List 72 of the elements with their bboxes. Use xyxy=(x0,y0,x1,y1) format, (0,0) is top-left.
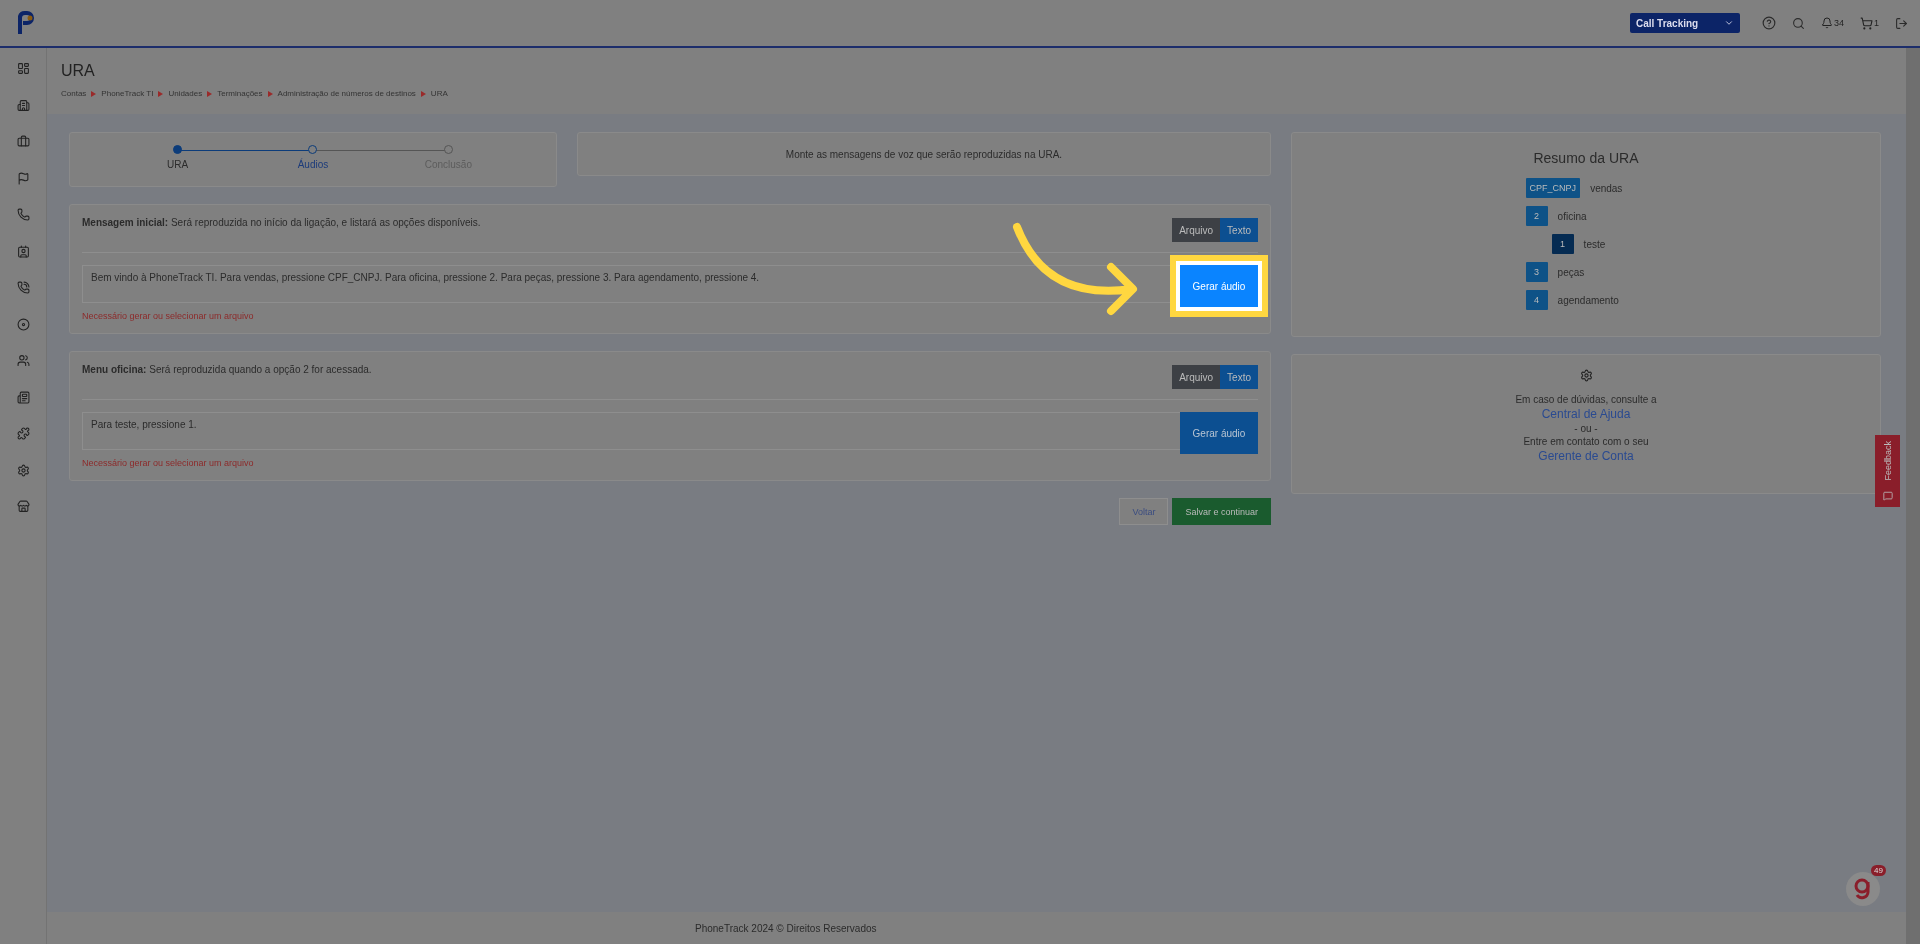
info-text: Monte as mensagens de voz que serão reproduzidas na URA. xyxy=(785,148,1063,160)
option-key: CPF_CNPJ xyxy=(1525,178,1581,198)
help-center-link[interactable]: Central de Ajuda xyxy=(1541,407,1631,421)
separator-text: - ou - xyxy=(1574,423,1598,434)
help-icon[interactable] xyxy=(1761,16,1776,30)
news-icon[interactable] xyxy=(16,390,30,404)
message-description: Menu oficina: Será reproduzida quando a opção 2 for acessada. xyxy=(82,364,372,375)
chat-logo-icon xyxy=(1853,878,1873,900)
option-label: vendas xyxy=(1590,182,1623,194)
dashboard-icon[interactable] xyxy=(16,62,30,75)
settings-icon xyxy=(1579,369,1593,382)
contact-card-icon[interactable] xyxy=(16,244,30,258)
account-manager-link[interactable]: Gerente de Conta xyxy=(1538,449,1634,463)
help-text: Em caso de dúvidas, consulte a xyxy=(1515,394,1657,405)
option-label: agendamento xyxy=(1557,294,1619,306)
briefcase-icon[interactable] xyxy=(16,135,30,148)
bell-icon[interactable] xyxy=(1820,17,1833,29)
breadcrumb-link[interactable]: Contas xyxy=(61,89,87,98)
chat-widget[interactable] xyxy=(1846,872,1880,906)
option-label: teste xyxy=(1583,238,1606,250)
option-key: 3 xyxy=(1525,262,1548,282)
settings-icon[interactable] xyxy=(16,463,30,477)
chevron-icon xyxy=(420,90,426,97)
message-description: Mensagem inicial: Será reproduzida no início da ligação, e listará as opções disponíveis. xyxy=(82,217,481,228)
building-icon[interactable] xyxy=(16,98,30,112)
back-button[interactable]: Voltar xyxy=(1119,498,1169,525)
target-icon[interactable] xyxy=(16,317,30,331)
chevron-icon xyxy=(91,90,97,97)
option-label: oficina xyxy=(1557,210,1587,222)
chevron-icon xyxy=(207,90,213,97)
mode-toggle[interactable]: Arquivo xyxy=(1172,218,1221,242)
error-message: Necessário gerar ou selecionar um arquivo xyxy=(82,458,255,468)
flag-icon[interactable] xyxy=(16,171,30,185)
page-title: URA xyxy=(61,62,96,80)
store-icon[interactable] xyxy=(16,500,30,513)
step-label[interactable]: URA xyxy=(167,159,189,170)
mode-toggle[interactable]: Texto xyxy=(1220,218,1258,242)
footer-text: PhoneTrack 2024 © Direitos Reservados xyxy=(695,922,877,934)
chat-badge: 49 xyxy=(1871,865,1886,876)
error-message: Necessário gerar ou selecionar um arquivo xyxy=(82,311,255,321)
users-icon[interactable] xyxy=(16,354,30,367)
phone-icon[interactable] xyxy=(16,208,30,221)
message-text-field[interactable]: Para teste, pressione 1. xyxy=(82,412,1180,450)
product-select[interactable]: Call Tracking xyxy=(1629,13,1740,33)
breadcrumb-link[interactable]: Unidades xyxy=(168,89,203,98)
chevron-icon xyxy=(158,90,164,97)
step-label[interactable]: Áudios xyxy=(297,159,329,170)
puzzle-icon[interactable] xyxy=(16,427,30,440)
option-key: 2 xyxy=(1525,206,1548,226)
message-icon xyxy=(1882,491,1893,501)
generate-audio-button[interactable]: Gerar áudio xyxy=(1180,412,1258,454)
cart-icon[interactable] xyxy=(1860,16,1873,30)
option-key: 1 xyxy=(1551,234,1574,254)
chevron-icon xyxy=(267,90,273,97)
notification-count: 34 xyxy=(1833,18,1844,28)
mode-toggle[interactable]: Arquivo xyxy=(1172,365,1221,389)
breadcrumb-link[interactable]: PhoneTrack TI xyxy=(101,89,154,98)
logout-icon[interactable] xyxy=(1895,16,1908,30)
phone-icon[interactable] xyxy=(16,281,30,294)
contact-text: Entre em contato com o seu xyxy=(1523,436,1649,447)
mode-toggle[interactable]: Texto xyxy=(1220,365,1258,389)
feedback-tab[interactable]: Feedback xyxy=(1875,435,1900,507)
breadcrumb-link[interactable]: Terminações xyxy=(217,89,263,98)
caret-icon xyxy=(1723,18,1734,28)
option-key: 4 xyxy=(1525,290,1548,310)
search-icon[interactable] xyxy=(1791,16,1805,30)
cart-count: 1 xyxy=(1874,18,1879,28)
option-label: peças xyxy=(1557,266,1585,278)
save-button[interactable]: Salvar e continuar xyxy=(1172,498,1271,525)
summary-title: Resumo da URA xyxy=(1533,150,1639,166)
breadcrumb-link[interactable]: Administração de números de destinos xyxy=(277,89,416,98)
breadcrumb-link[interactable]: URA xyxy=(430,89,448,98)
